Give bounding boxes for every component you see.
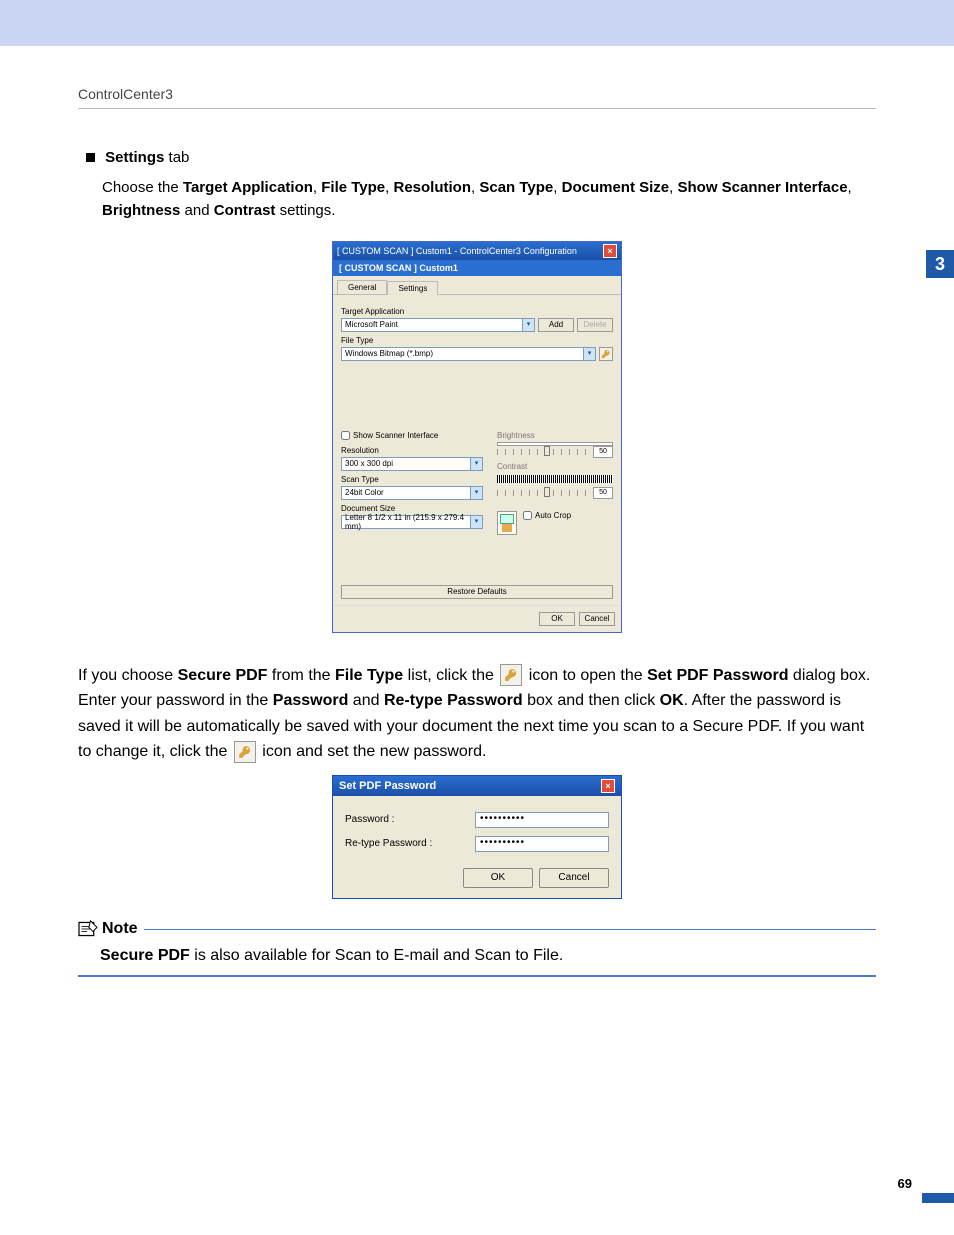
- add-button[interactable]: Add: [538, 318, 574, 332]
- doc-size-select[interactable]: Letter 8 1/2 x 11 in (215.9 x 279.4 mm) …: [341, 515, 483, 529]
- contrast-preview: [497, 475, 613, 483]
- chevron-down-icon: ▾: [583, 348, 595, 360]
- cancel-button[interactable]: Cancel: [539, 868, 609, 888]
- dialog-titlebar: [ CUSTOM SCAN ] Custom1 - ControlCenter3…: [333, 242, 621, 260]
- set-pdf-password-dialog: Set PDF Password × Password : ••••••••••…: [332, 775, 622, 899]
- auto-crop-checkbox[interactable]: Auto Crop: [523, 511, 571, 520]
- dialog-title: [ CUSTOM SCAN ] Custom1 - ControlCenter3…: [337, 246, 577, 256]
- close-icon[interactable]: ×: [601, 779, 615, 793]
- note-icon: [78, 920, 98, 938]
- intro-text: Choose the Target Application, File Type…: [102, 176, 876, 223]
- ok-button[interactable]: OK: [463, 868, 533, 888]
- note-box: Note Secure PDF is also available for Sc…: [78, 929, 876, 977]
- scan-type-select[interactable]: 24bit Color ▾: [341, 486, 483, 500]
- page-number: 69: [898, 1176, 912, 1191]
- note-heading: Note: [78, 920, 144, 938]
- breadcrumb: ControlCenter3: [78, 86, 876, 102]
- ok-button[interactable]: OK: [539, 612, 575, 626]
- section-title-rest: tab: [164, 149, 189, 166]
- doc-size-label: Document Size: [341, 504, 483, 513]
- section-heading: Settings tab: [78, 149, 876, 166]
- secure-pdf-paragraph: If you choose Secure PDF from the File T…: [78, 663, 876, 765]
- chevron-down-icon: ▾: [470, 516, 482, 528]
- checkbox-icon[interactable]: [341, 431, 350, 440]
- contrast-value: 50: [593, 487, 613, 499]
- note-text: Secure PDF is also available for Scan to…: [100, 947, 876, 965]
- resolution-select[interactable]: 300 x 300 dpi ▾: [341, 457, 483, 471]
- resolution-label: Resolution: [341, 446, 483, 455]
- footer-tab: [922, 1193, 954, 1203]
- chapter-tab: 3: [926, 250, 954, 278]
- cancel-button[interactable]: Cancel: [579, 612, 615, 626]
- delete-button: Delete: [577, 318, 613, 332]
- slider-thumb-icon[interactable]: [544, 446, 550, 456]
- brightness-slider[interactable]: [497, 449, 590, 455]
- dialog-subtitle: [ CUSTOM SCAN ] Custom1: [333, 260, 621, 276]
- dialog-title: Set PDF Password: [339, 780, 436, 792]
- auto-crop-icon: [497, 511, 517, 535]
- bullet-icon: [86, 153, 95, 162]
- key-icon[interactable]: [599, 347, 613, 361]
- checkbox-icon[interactable]: [523, 511, 532, 520]
- retype-password-input[interactable]: ••••••••••: [475, 836, 609, 852]
- key-icon: [500, 664, 522, 686]
- dialog-titlebar: Set PDF Password ×: [333, 776, 621, 796]
- chevron-down-icon: ▾: [470, 487, 482, 499]
- tab-strip: General Settings: [333, 276, 621, 295]
- chevron-down-icon: ▾: [470, 458, 482, 470]
- file-type-label: File Type: [341, 336, 613, 345]
- target-app-select[interactable]: Microsoft Paint ▾: [341, 318, 535, 332]
- top-banner: [0, 0, 954, 46]
- slider-thumb-icon[interactable]: [544, 487, 550, 497]
- brightness-value: 50: [593, 446, 613, 458]
- tab-settings[interactable]: Settings: [387, 281, 438, 295]
- chevron-down-icon: ▾: [522, 319, 534, 331]
- custom-scan-dialog: [ CUSTOM SCAN ] Custom1 - ControlCenter3…: [332, 241, 622, 633]
- tab-general[interactable]: General: [337, 280, 387, 294]
- brightness-label: Brightness: [497, 431, 613, 440]
- scan-type-label: Scan Type: [341, 475, 483, 484]
- contrast-slider[interactable]: [497, 490, 590, 496]
- file-type-select[interactable]: Windows Bitmap (*.bmp) ▾: [341, 347, 596, 361]
- password-label: Password :: [345, 814, 475, 825]
- section-title-bold: Settings: [105, 149, 164, 166]
- close-icon[interactable]: ×: [603, 244, 617, 258]
- contrast-label: Contrast: [497, 462, 613, 471]
- password-input[interactable]: ••••••••••: [475, 812, 609, 828]
- retype-password-label: Re-type Password :: [345, 838, 475, 849]
- target-app-label: Target Application: [341, 307, 613, 316]
- divider: [78, 108, 876, 109]
- restore-defaults-button[interactable]: Restore Defaults: [341, 585, 613, 599]
- key-icon: [234, 741, 256, 763]
- show-scanner-checkbox[interactable]: Show Scanner Interface: [341, 431, 483, 440]
